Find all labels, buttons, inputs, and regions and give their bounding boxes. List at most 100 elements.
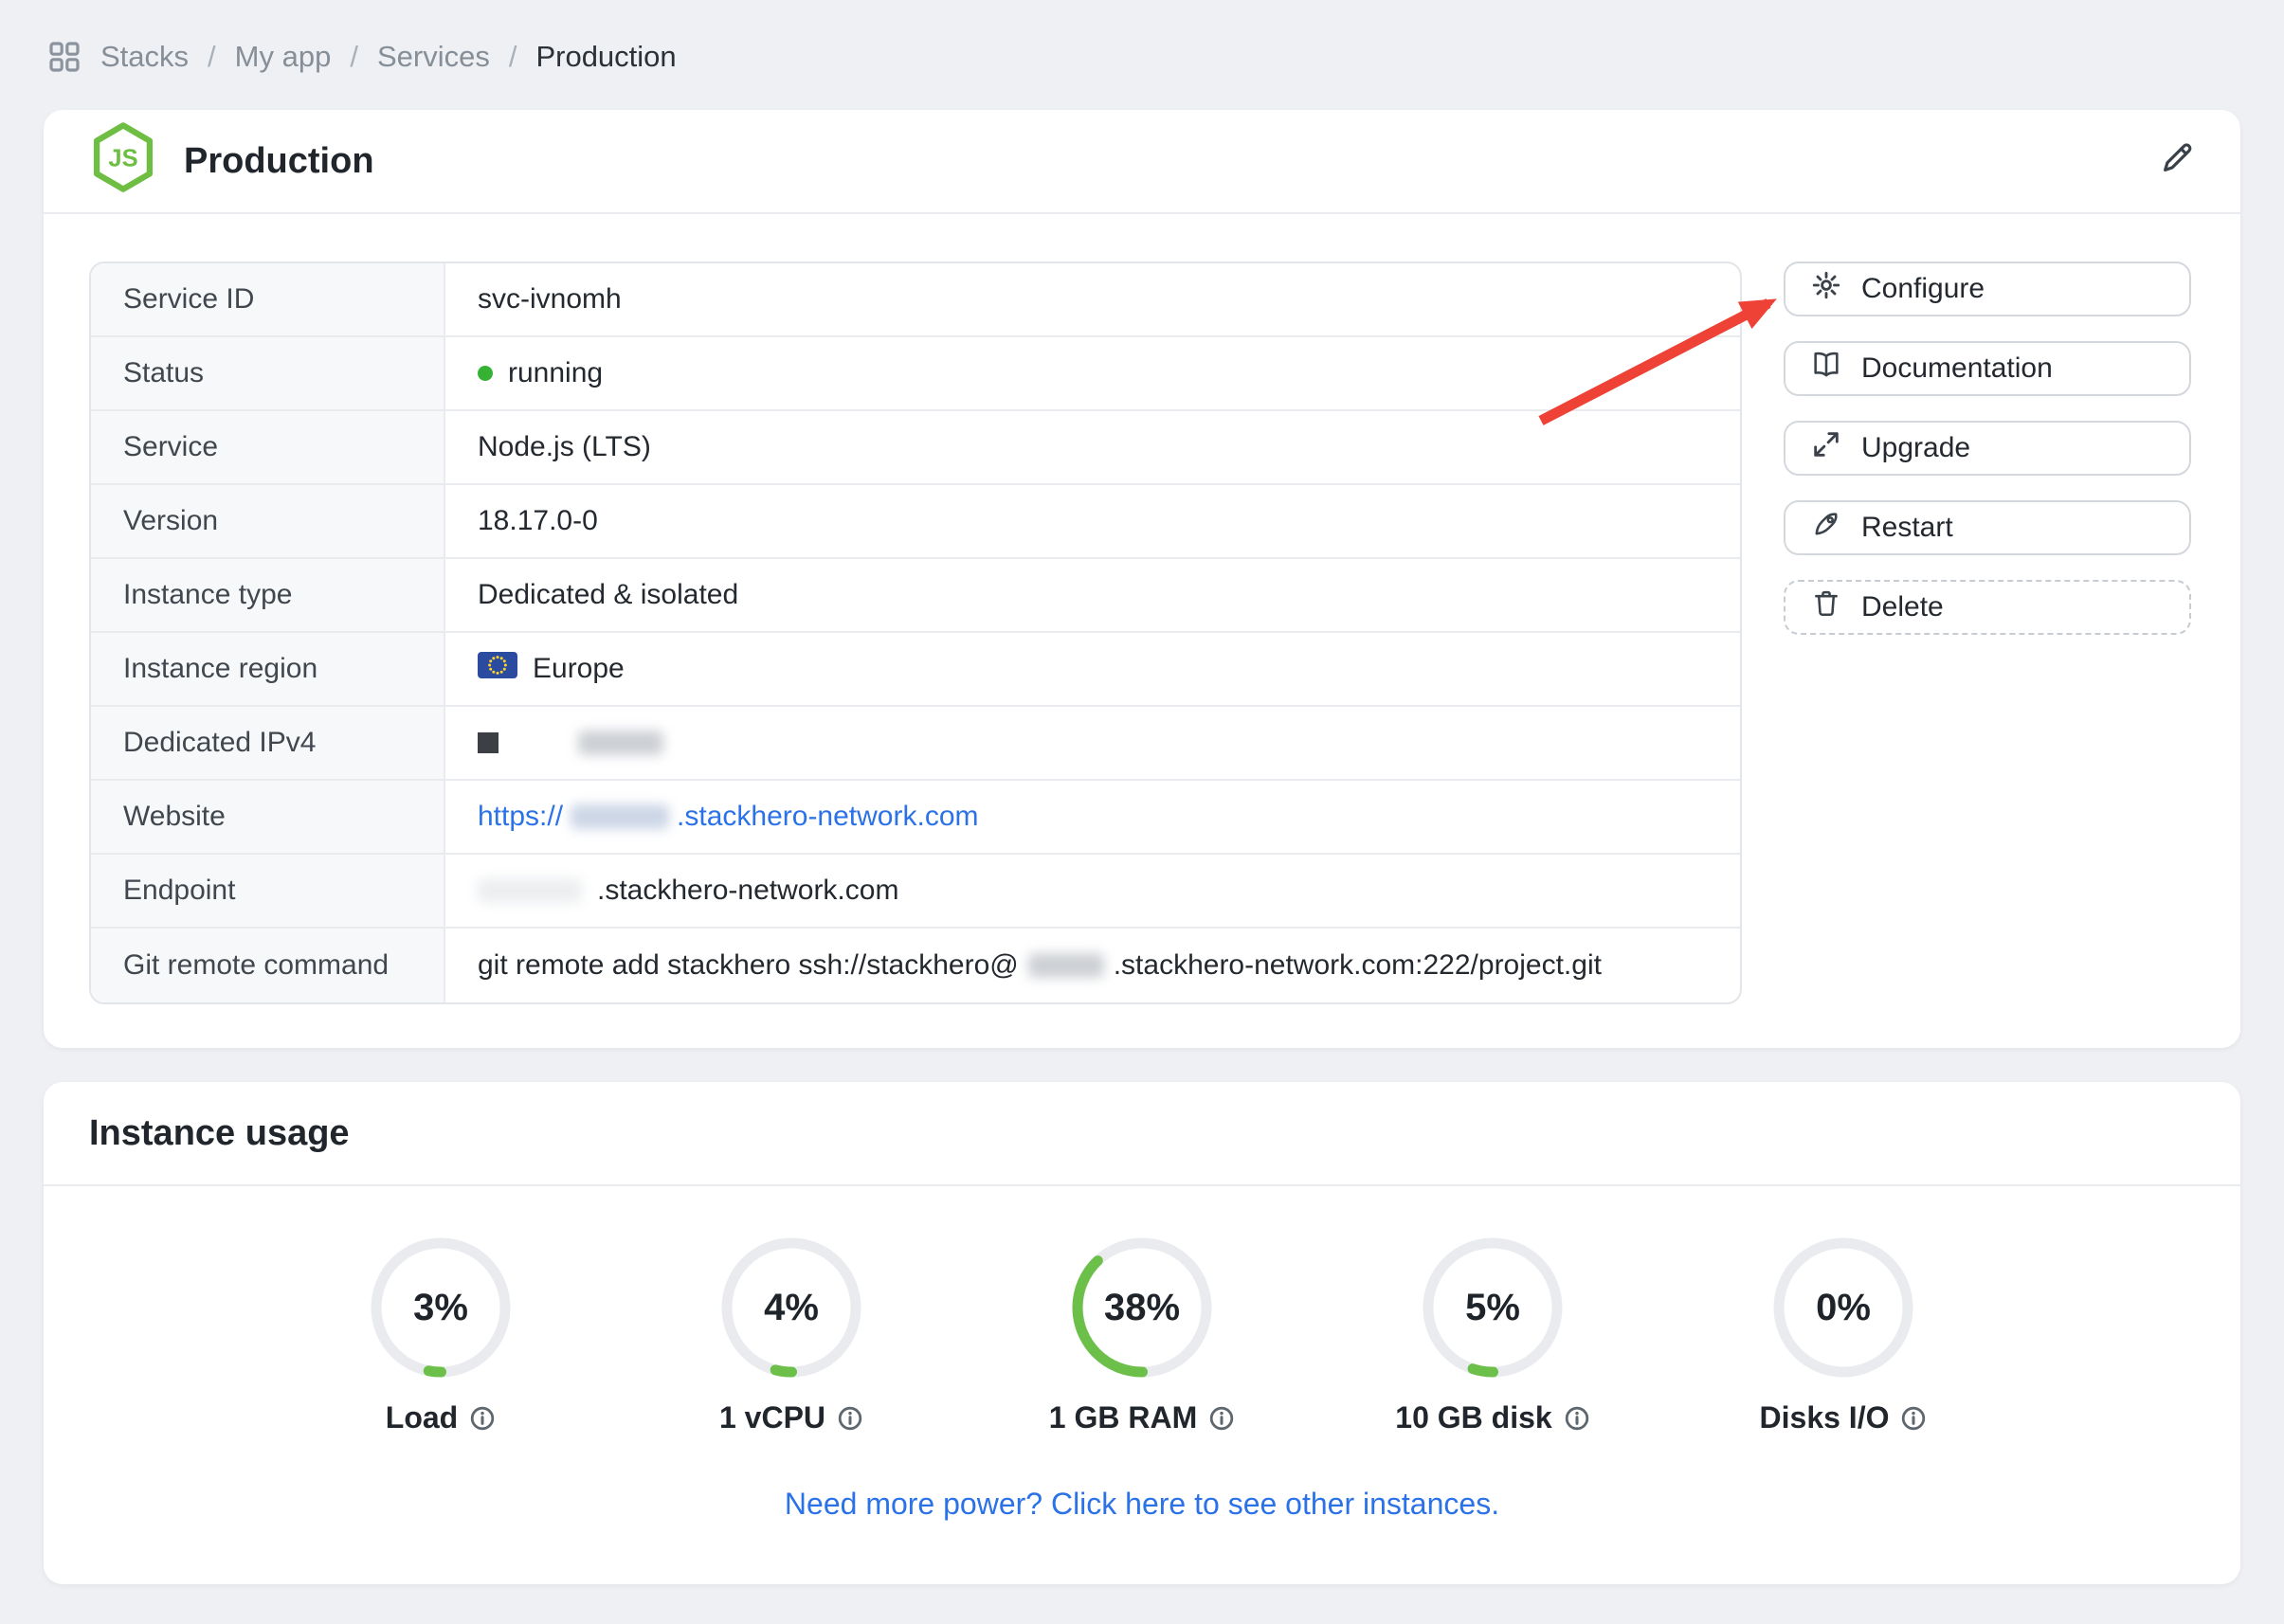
redacted-website-segment — [571, 804, 669, 829]
documentation-button-label: Documentation — [1861, 352, 2053, 385]
gauge-ring: 5% — [1417, 1232, 1568, 1383]
gauge-label-text: 1 GB RAM — [1049, 1400, 1197, 1435]
info-icon[interactable] — [469, 1405, 496, 1432]
usage-gauges: 3% Load — [44, 1232, 2240, 1435]
gauge-ring: 4% — [716, 1232, 867, 1383]
gauge-ring: 38% — [1066, 1232, 1218, 1383]
gauge-percent: 5% — [1417, 1232, 1568, 1383]
book-icon — [1810, 349, 1842, 388]
detail-label: Service — [91, 411, 445, 483]
detail-value: https:// .stackhero-network.com — [445, 781, 1740, 853]
usage-card-header: Instance usage — [44, 1082, 2240, 1186]
breadcrumb-item-my-app[interactable]: My app — [235, 40, 332, 74]
breadcrumb-item-services[interactable]: Services — [377, 40, 490, 74]
upgrade-button-label: Upgrade — [1861, 432, 1970, 464]
stacks-grid-icon — [47, 40, 82, 74]
detail-row-status: Status running — [91, 337, 1740, 411]
detail-label: Service ID — [91, 263, 445, 335]
breadcrumb-separator: / — [208, 40, 216, 74]
usage-card-body: 3% Load — [44, 1186, 2240, 1584]
restart-button-label: Restart — [1861, 512, 1953, 544]
service-card-body: Service ID svc-ivnomh Status running Ser… — [44, 214, 2240, 1048]
gauge-ring: 0% — [1767, 1232, 1919, 1383]
redacted-flag-square — [478, 732, 498, 753]
delete-button-label: Delete — [1861, 591, 1944, 623]
service-details-table: Service ID svc-ivnomh Status running Ser… — [89, 262, 1742, 1004]
redacted-endpoint-segment — [478, 878, 582, 903]
rocket-icon — [1810, 508, 1842, 548]
service-actions: Configure Documentation — [1784, 262, 2191, 1004]
detail-label: Instance type — [91, 559, 445, 631]
gauge-percent: 4% — [716, 1232, 867, 1383]
detail-label: Git remote command — [91, 929, 445, 1002]
breadcrumb-separator: / — [509, 40, 517, 74]
detail-value: .stackhero-network.com — [445, 855, 1740, 927]
restart-button[interactable]: Restart — [1784, 500, 2191, 555]
breadcrumb-item-production: Production — [535, 40, 676, 74]
info-icon[interactable] — [1564, 1405, 1590, 1432]
breadcrumb-separator: / — [350, 40, 358, 74]
nodejs-icon: JS — [89, 120, 157, 202]
edit-button[interactable] — [2159, 140, 2195, 183]
detail-row-dedicated-ipv4: Dedicated IPv4 — [91, 707, 1740, 781]
breadcrumb-item-stacks[interactable]: Stacks — [100, 40, 189, 74]
detail-row-service: Service Node.js (LTS) — [91, 411, 1740, 485]
gauge-percent: 3% — [365, 1232, 517, 1383]
detail-row-git-remote: Git remote command git remote add stackh… — [91, 929, 1740, 1002]
detail-value: running — [445, 337, 1740, 409]
more-instances-link[interactable]: Need more power? Click here to see other… — [44, 1487, 2240, 1522]
region-value: Europe — [533, 653, 625, 685]
detail-row-service-id: Service ID svc-ivnomh — [91, 263, 1740, 337]
gauge-label-text: 10 GB disk — [1395, 1400, 1551, 1435]
info-icon[interactable] — [837, 1405, 863, 1432]
gauge-vcpu: 4% 1 vCPU — [616, 1232, 967, 1435]
detail-value — [445, 707, 1740, 779]
gear-icon — [1810, 269, 1842, 309]
website-link[interactable]: https:// .stackhero-network.com — [478, 801, 979, 833]
detail-row-version: Version 18.17.0-0 — [91, 485, 1740, 559]
detail-value: Dedicated & isolated — [445, 559, 1740, 631]
delete-button[interactable]: Delete — [1784, 580, 2191, 635]
endpoint-value: .stackhero-network.com — [597, 875, 898, 907]
documentation-button[interactable]: Documentation — [1784, 341, 2191, 396]
detail-label: Instance region — [91, 633, 445, 705]
status-dot-icon — [478, 366, 493, 381]
gauge-ring: 3% — [365, 1232, 517, 1383]
git-command-prefix: git remote add stackhero ssh://stackhero… — [478, 949, 1019, 982]
detail-row-instance-type: Instance type Dedicated & isolated — [91, 559, 1740, 633]
detail-row-instance-region: Instance region — [91, 633, 1740, 707]
gauge-label-text: Load — [386, 1400, 458, 1435]
breadcrumb: Stacks / My app / Services / Production — [44, 0, 2240, 110]
instance-type-value: Dedicated & isolated — [478, 579, 738, 611]
gauge-label-text: 1 vCPU — [719, 1400, 825, 1435]
info-icon[interactable] — [1900, 1405, 1927, 1432]
service-id-value: svc-ivnomh — [478, 283, 622, 316]
detail-value: Europe — [445, 633, 1740, 705]
git-command-suffix: .stackhero-network.com:222/project.git — [1114, 949, 1602, 982]
info-icon[interactable] — [1208, 1405, 1235, 1432]
pencil-icon — [2159, 140, 2195, 183]
gauge-label-text: Disks I/O — [1760, 1400, 1890, 1435]
configure-button[interactable]: Configure — [1784, 262, 2191, 316]
detail-row-website: Website https:// .stackhero-network.com — [91, 781, 1740, 855]
service-card: JS Production Service ID svc-ivnomh — [44, 110, 2240, 1048]
gauge-ram: 38% 1 GB RAM — [967, 1232, 1317, 1435]
instance-usage-card: Instance usage 3% Load — [44, 1082, 2240, 1584]
detail-value: git remote add stackhero ssh://stackhero… — [445, 929, 1740, 1002]
gauge-disks-io: 0% Disks I/O — [1668, 1232, 2019, 1435]
upgrade-button[interactable]: Upgrade — [1784, 421, 2191, 476]
gauge-percent: 38% — [1066, 1232, 1218, 1383]
detail-label: Website — [91, 781, 445, 853]
detail-row-endpoint: Endpoint .stackhero-network.com — [91, 855, 1740, 929]
gauge-load: 3% Load — [265, 1232, 616, 1435]
detail-label: Status — [91, 337, 445, 409]
svg-text:JS: JS — [108, 146, 137, 172]
service-card-header: JS Production — [44, 110, 2240, 214]
configure-button-label: Configure — [1861, 273, 1985, 305]
gauge-percent: 0% — [1767, 1232, 1919, 1383]
expand-arrows-icon — [1810, 428, 1842, 468]
website-link-prefix: https:// — [478, 801, 563, 833]
website-link-suffix: .stackhero-network.com — [677, 801, 978, 833]
gauge-disk: 5% 10 GB disk — [1317, 1232, 1668, 1435]
detail-value: 18.17.0-0 — [445, 485, 1740, 557]
